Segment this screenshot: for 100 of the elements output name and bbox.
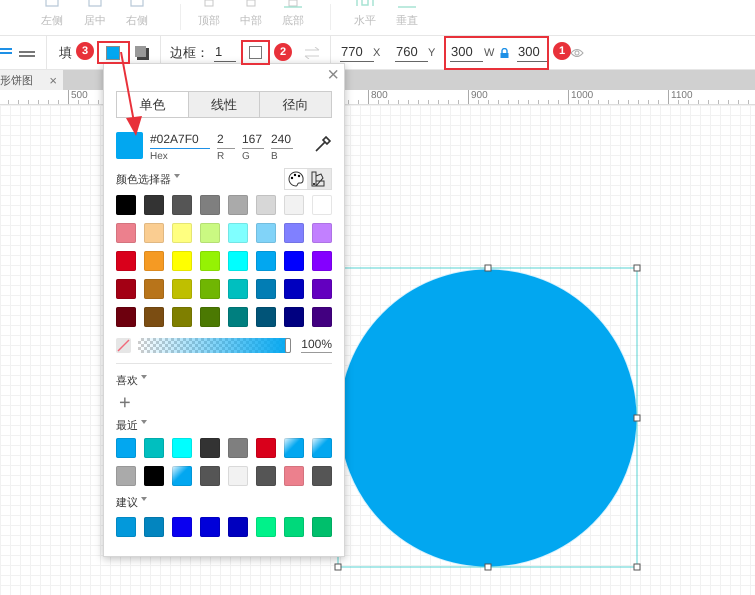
eyedropper-icon[interactable] [314,135,332,153]
lock-icon[interactable] [500,48,509,58]
y-label: Y [428,46,436,58]
opacity-value: 100% [301,337,332,353]
color-swatch[interactable] [172,466,192,486]
color-swatch[interactable] [256,279,276,299]
section-label: 喜欢 [116,374,138,388]
color-swatch[interactable] [284,223,304,243]
ruler-label: 1100 [668,90,693,104]
align-icon [282,0,304,9]
height-field[interactable]: 300 [517,44,549,62]
color-swatch[interactable] [144,438,164,458]
color-swatch[interactable] [116,251,136,271]
color-swatch[interactable] [200,307,220,327]
color-swatch[interactable] [172,223,192,243]
color-swatch[interactable] [200,195,220,215]
color-swatch[interactable] [228,251,248,271]
color-swatch[interactable] [312,466,332,486]
highlight-frame [241,40,270,65]
color-swatch[interactable] [172,195,192,215]
section-label: 颜色选择器 [116,172,171,186]
width-label: W [484,46,494,58]
color-swatch[interactable] [256,195,276,215]
color-swatch[interactable] [312,279,332,299]
color-swatch[interactable] [200,251,220,271]
mode-tab[interactable]: 径向 [259,92,332,117]
color-swatch[interactable] [116,307,136,327]
color-swatch[interactable] [172,279,192,299]
color-swatch[interactable] [172,307,192,327]
color-swatch[interactable] [116,438,136,458]
document-tab-title[interactable]: 形饼图 [0,72,33,88]
color-swatch[interactable] [284,279,304,299]
color-swatch[interactable] [200,466,220,486]
color-swatch[interactable] [312,517,332,537]
color-swatch[interactable] [228,466,248,486]
slider-thumb[interactable] [285,338,291,352]
color-swatch[interactable] [200,279,220,299]
color-swatch[interactable] [312,307,332,327]
swap-icon[interactable] [304,46,320,58]
color-swatch[interactable] [256,517,276,537]
color-swatch[interactable] [144,279,164,299]
border-color-swatch[interactable] [249,46,262,59]
color-swatch[interactable] [256,466,276,486]
color-swatch[interactable] [200,223,220,243]
step-badge: 2 [274,43,292,61]
color-swatch[interactable] [144,307,164,327]
color-swatch[interactable] [256,251,276,271]
no-color-icon[interactable] [116,338,131,352]
color-swatch[interactable] [228,307,248,327]
x-field[interactable]: 770 [340,44,374,62]
color-swatch[interactable] [284,195,304,215]
line-style-icon[interactable] [0,46,36,60]
color-swatch[interactable] [172,438,192,458]
color-swatch[interactable] [228,438,248,458]
color-swatch[interactable] [228,517,248,537]
color-swatch[interactable] [256,307,276,327]
width-field[interactable]: 300 [450,44,483,62]
color-swatch[interactable] [116,466,136,486]
color-swatch[interactable] [116,279,136,299]
color-swatch[interactable] [256,438,276,458]
color-swatch[interactable] [144,251,164,271]
color-swatch[interactable] [116,517,136,537]
color-swatch[interactable] [284,307,304,327]
close-tab-button[interactable]: × [49,74,57,86]
fill-color-swatch[interactable] [106,46,120,60]
channel-label: B [271,151,279,162]
color-swatch[interactable] [312,195,332,215]
color-swatch[interactable] [312,251,332,271]
mode-tab[interactable]: 线性 [188,92,260,117]
ruler-label: 800 [368,90,388,104]
color-swatch[interactable] [116,223,136,243]
step-badge: 1 [553,42,571,60]
color-swatch[interactable] [116,195,136,215]
y-field[interactable]: 760 [395,44,428,62]
color-swatch[interactable] [144,466,164,486]
color-swatch[interactable] [284,438,304,458]
color-swatch[interactable] [144,223,164,243]
color-swatch[interactable] [200,438,220,458]
color-swatch[interactable] [228,223,248,243]
color-swatch[interactable] [284,517,304,537]
color-swatch[interactable] [172,517,192,537]
color-swatch[interactable] [144,195,164,215]
color-swatch[interactable] [284,251,304,271]
eye-icon[interactable] [570,48,584,58]
color-swatch[interactable] [256,223,276,243]
color-swatch[interactable] [200,517,220,537]
color-swatch[interactable] [228,279,248,299]
color-swatch[interactable] [312,438,332,458]
color-swatch[interactable] [284,466,304,486]
color-swatch[interactable] [144,517,164,537]
shadow-icon[interactable] [135,46,149,60]
close-button[interactable]: × [327,65,339,85]
opacity-slider[interactable] [138,338,290,352]
color-swatch[interactable] [228,195,248,215]
swatches-icon[interactable] [307,169,331,189]
color-swatch[interactable] [172,251,192,271]
border-width-field[interactable]: 1 [214,44,236,62]
section-label: 建议 [116,496,138,510]
add-favorite-button[interactable]: + [119,394,131,412]
color-swatch[interactable] [312,223,332,243]
